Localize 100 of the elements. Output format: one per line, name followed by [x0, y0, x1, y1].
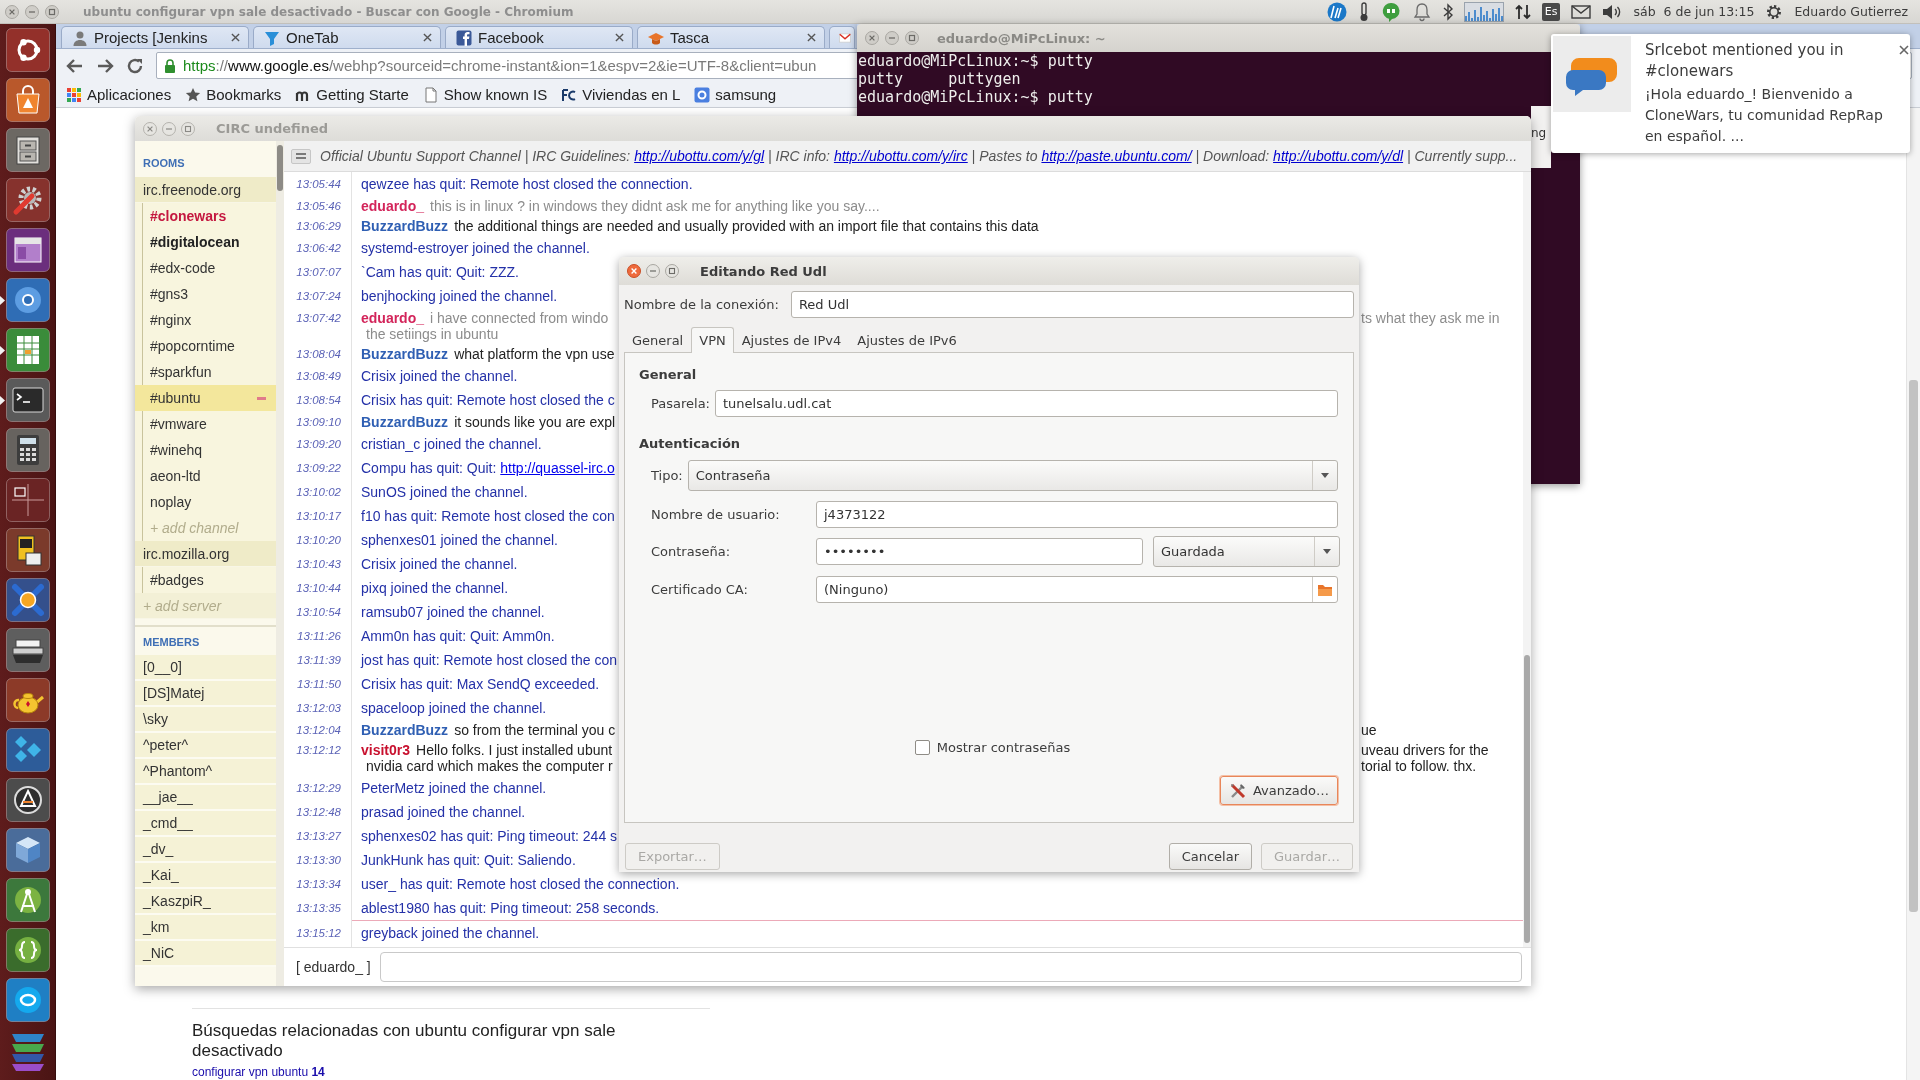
bookmark[interactable]: Viviendas en L [561, 86, 681, 103]
maximize-icon[interactable] [905, 31, 919, 45]
bookmark[interactable]: samsung [694, 86, 777, 103]
nickname[interactable]: visit0r3 [361, 742, 411, 758]
connection-name-field[interactable]: Red Udl [790, 291, 1354, 318]
orb-icon[interactable] [6, 578, 50, 622]
calculator-icon[interactable] [6, 428, 50, 472]
diamonds-icon[interactable] [6, 728, 50, 772]
channel-item[interactable]: #edx-code [135, 255, 276, 281]
nickname[interactable]: BuzzardBuzz [361, 722, 449, 738]
scrollbar-thumb[interactable] [1524, 655, 1530, 943]
message-input[interactable] [379, 952, 1522, 982]
browser-tab[interactable] [829, 26, 855, 48]
channel-item[interactable]: #nginx [135, 307, 276, 333]
server-item[interactable]: irc.mozilla.org [135, 541, 276, 567]
chat-bubble-icon[interactable] [1380, 1, 1401, 22]
minimize-icon[interactable] [25, 4, 39, 19]
bluetooth-icon[interactable] [1442, 2, 1453, 21]
topic-link[interactable]: http://ubottu.com/y/dl [1273, 148, 1404, 164]
type-dropdown[interactable]: Contraseña [687, 460, 1338, 491]
member-item[interactable]: ^Phantom^ [135, 759, 276, 785]
bell-icon[interactable] [1411, 1, 1432, 22]
password-storage-dropdown[interactable]: Guardada [1153, 536, 1340, 567]
scrollbar-thumb[interactable] [1909, 380, 1918, 912]
nickname[interactable]: BuzzardBuzz [361, 218, 449, 234]
channel-item[interactable]: noplay [135, 489, 276, 515]
member-item[interactable]: \sky [135, 707, 276, 733]
browser-tab[interactable]: Facebook [445, 26, 633, 48]
member-item[interactable]: _Kai_ [135, 863, 276, 889]
browser-tab[interactable]: Projects [Jenkins [61, 26, 249, 48]
gear-wrench-icon[interactable] [6, 178, 50, 222]
braces-icon[interactable] [6, 928, 50, 972]
file-cabinet-icon[interactable] [6, 128, 50, 172]
bookmark[interactable]: Bookmarks [185, 86, 282, 103]
topic-link[interactable]: http://paste.ubuntu.com/ [1041, 148, 1192, 164]
window-icon[interactable] [6, 228, 50, 272]
spreadsheet-icon[interactable] [6, 328, 50, 372]
tab[interactable]: VPN [691, 327, 734, 353]
channel-item[interactable]: #winehq [135, 437, 276, 463]
maximize-icon[interactable] [665, 264, 679, 278]
bookmark[interactable]: Aplicaciones [66, 86, 172, 103]
member-item[interactable]: _NiC [135, 941, 276, 967]
nickname[interactable]: eduardo_ [361, 198, 424, 214]
show-passwords-checkbox[interactable] [914, 740, 930, 755]
gateway-field[interactable]: tunelsalu.udl.cat [715, 390, 1338, 417]
username-field[interactable]: j4373122 [816, 501, 1338, 528]
tab[interactable]: General [624, 328, 692, 352]
teapot-icon[interactable] [6, 678, 50, 722]
channel-item[interactable]: #digitalocean [135, 229, 276, 255]
close-icon[interactable] [1899, 45, 1909, 55]
member-item[interactable]: _km [135, 915, 276, 941]
scrollbar-thumb[interactable] [277, 145, 283, 191]
ring-icon[interactable] [6, 28, 50, 72]
channel-item[interactable]: #badges [135, 567, 276, 593]
network-arrows-icon[interactable] [1514, 2, 1531, 21]
topic-link[interactable]: http://ubottu.com/y/irc [833, 148, 968, 164]
member-item[interactable]: __jae__ [135, 785, 276, 811]
volume-icon[interactable] [1602, 3, 1623, 20]
password-field[interactable]: •••••••• [816, 538, 1143, 565]
member-item[interactable]: _dv_ [135, 837, 276, 863]
shopping-bag-icon[interactable] [6, 78, 50, 122]
thermometer-icon[interactable] [1357, 1, 1370, 22]
member-item[interactable]: [0__0] [135, 655, 276, 681]
terminal-icon[interactable] [6, 378, 50, 422]
close-icon[interactable] [627, 264, 641, 278]
channel-item[interactable]: #popcorntime [135, 333, 276, 359]
clock-text[interactable]: sáb 6 de jun 13:15 [1633, 4, 1755, 19]
dialog-button[interactable]: Cancelar [1168, 843, 1253, 870]
topic-toggle-button[interactable] [291, 148, 311, 164]
scanner-icon[interactable] [6, 628, 50, 672]
load-graph-icon[interactable] [1463, 1, 1504, 22]
cube-icon[interactable] [6, 828, 50, 872]
close-icon[interactable] [143, 121, 157, 136]
member-item[interactable]: _cmd__ [135, 811, 276, 837]
nickname[interactable]: BuzzardBuzz [361, 414, 449, 430]
nickname[interactable]: BuzzardBuzz [361, 346, 449, 362]
bookmark[interactable]: Show known IS [422, 86, 548, 103]
forward-icon[interactable] [96, 56, 114, 75]
bookmark[interactable]: Getting Starte [295, 86, 409, 103]
channel-item[interactable]: aeon-ltd [135, 463, 276, 489]
member-item[interactable]: [DS]Matej [135, 681, 276, 707]
close-icon[interactable] [615, 33, 624, 42]
envelope-icon[interactable] [1571, 4, 1592, 19]
browser-tab[interactable]: Tasca [637, 26, 825, 48]
scrollbar-track[interactable] [1906, 108, 1920, 1080]
close-icon[interactable] [807, 33, 816, 42]
compass-icon[interactable] [6, 878, 50, 922]
advanced-button[interactable]: Avanzado… [1219, 776, 1338, 805]
nickname[interactable]: eduardo_ [361, 310, 424, 326]
channel-item[interactable]: #vmware [135, 411, 276, 437]
reload-icon[interactable] [126, 56, 144, 75]
folder-icon[interactable] [1317, 582, 1333, 597]
server-item[interactable]: irc.freenode.org [135, 177, 276, 203]
tab[interactable]: Ajustes de IPv6 [849, 328, 965, 352]
maximize-icon[interactable] [181, 121, 195, 136]
close-icon[interactable] [423, 33, 432, 42]
back-icon[interactable] [66, 56, 84, 75]
close-icon[interactable] [231, 33, 240, 42]
memory-card-icon[interactable] [6, 528, 50, 572]
close-icon[interactable] [5, 4, 19, 19]
